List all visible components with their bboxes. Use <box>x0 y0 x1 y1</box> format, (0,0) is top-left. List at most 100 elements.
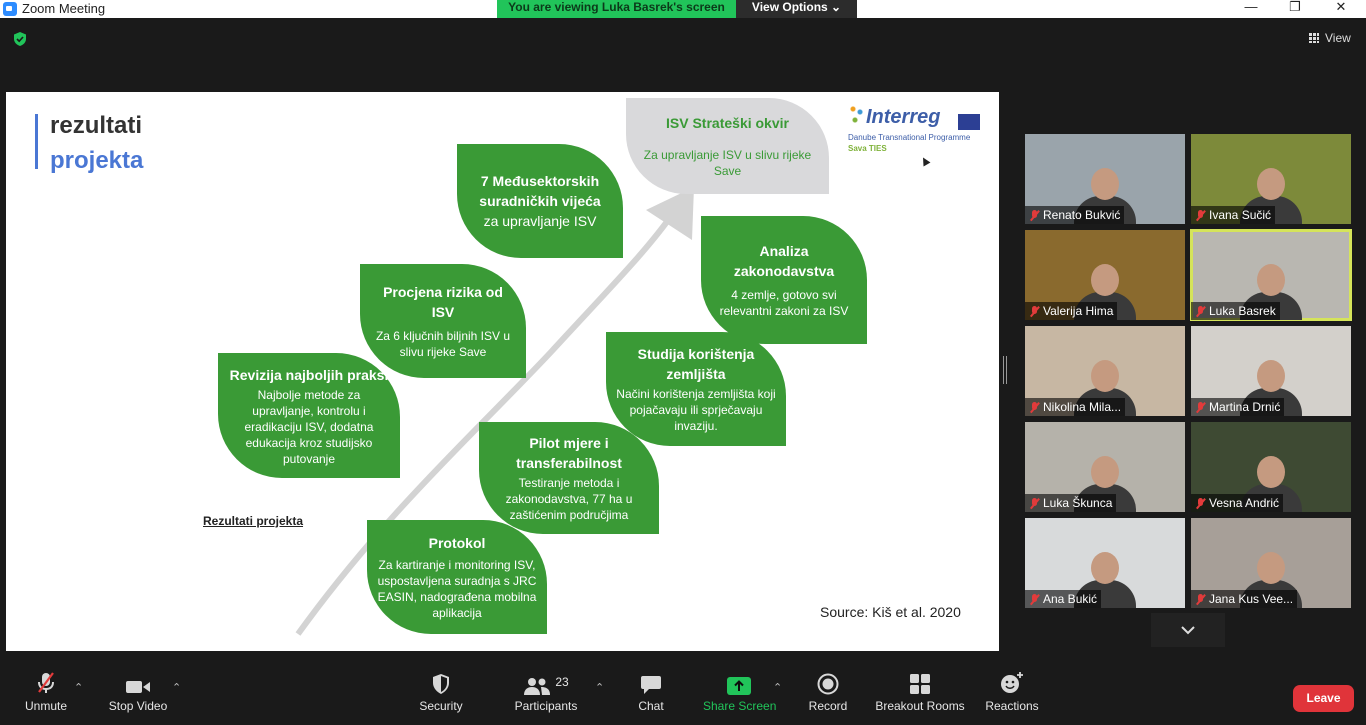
leaf-body: 4 zemlje, gotovo svi relevantni zakoni z… <box>719 288 849 318</box>
stop-video-button[interactable]: Stop Video <box>106 665 170 725</box>
leaf-body: Testiranje metoda i zakonodavstva, 77 ha… <box>505 476 633 522</box>
participant-head <box>1091 168 1119 200</box>
participant-head <box>1091 552 1119 584</box>
participant-tile[interactable]: Luka Škunca <box>1025 422 1185 512</box>
leaf-vijeca: 7 Međusektorskih suradničkih vijeća za u… <box>457 144 623 258</box>
muted-mic-icon <box>1030 593 1039 605</box>
participant-tile[interactable]: Martina Drnić <box>1191 326 1351 416</box>
breakout-rooms-grid-icon <box>910 674 930 694</box>
muted-mic-icon <box>1030 209 1039 221</box>
participant-tile[interactable]: Luka Basrek <box>1190 229 1352 321</box>
security-shield-outline-icon <box>433 674 449 694</box>
participant-namebar: Ivana Sučić <box>1191 206 1276 224</box>
participant-head <box>1257 552 1285 584</box>
leaf-heading: Pilot mjere i transferabilnost <box>516 435 622 471</box>
participant-name: Luka Basrek <box>1209 304 1276 318</box>
leave-button[interactable]: Leave <box>1293 685 1354 712</box>
record-button[interactable]: Record <box>806 665 850 725</box>
participant-namebar: Renato Bukvić <box>1025 206 1125 224</box>
video-camera-icon <box>126 681 150 693</box>
security-button[interactable]: Security <box>414 665 468 725</box>
leaf-heading: Studija korištenja zemljišta <box>637 346 755 382</box>
participant-tile[interactable]: Valerija Hima <box>1025 230 1185 320</box>
participant-name: Jana Kus Vee... <box>1209 592 1294 606</box>
participant-head <box>1091 264 1119 296</box>
leaf-strateski-okvir: ISV Strateški okvir Za upravljanje ISV u… <box>626 98 829 194</box>
participants-count: 23 <box>555 675 569 689</box>
participant-namebar: Valerija Hima <box>1025 302 1118 320</box>
participant-name: Renato Bukvić <box>1043 208 1121 222</box>
leaf-heading: Revizija najboljih praksi <box>229 366 389 383</box>
chevron-down-icon <box>1181 626 1195 635</box>
leaf-body: Najbolje metode za upravljanje, kontrolu… <box>244 387 374 466</box>
muted-mic-icon <box>1196 593 1205 605</box>
share-screen-button[interactable]: Share Screen <box>703 665 777 725</box>
participant-namebar: Luka Škunca <box>1025 494 1117 512</box>
panel-splitter-handle[interactable] <box>1003 356 1007 384</box>
close-button[interactable]: ✕ <box>1318 0 1364 18</box>
participant-tile[interactable]: Vesna Andrić <box>1191 422 1351 512</box>
security-shield-icon[interactable] <box>12 31 28 47</box>
leaf-body: Načini korištenja zemljišta koji pojačav… <box>616 387 776 433</box>
share-screen-label: Share Screen <box>703 699 777 713</box>
participant-head <box>1257 168 1285 200</box>
participant-head <box>1091 456 1119 488</box>
muted-microphone-icon <box>38 672 54 693</box>
chat-label: Chat <box>638 699 664 713</box>
participant-tile[interactable]: Renato Bukvić <box>1025 134 1185 224</box>
chat-button[interactable]: Chat <box>630 665 672 725</box>
leaf-revizija: Revizija najboljih praksi Najbolje metod… <box>218 353 400 478</box>
maximize-button[interactable]: ❐ <box>1272 0 1318 18</box>
slide-source: Source: Kiš et al. 2020 <box>820 604 961 620</box>
participant-tile[interactable]: Jana Kus Vee... <box>1191 518 1351 608</box>
reactions-smiley-icon <box>1001 672 1023 693</box>
participant-namebar: Jana Kus Vee... <box>1191 590 1298 608</box>
participants-button[interactable]: 23 Participants <box>513 665 579 725</box>
minimize-button[interactable]: — <box>1228 0 1274 18</box>
view-layout-button[interactable]: View <box>1309 31 1351 45</box>
leaf-heading: Analiza zakonodavstva <box>733 243 835 279</box>
leaf-studija-zemljista: Studija korištenja zemljišta Načini kori… <box>606 332 786 446</box>
view-options-button[interactable]: View Options ⌄ <box>736 0 857 18</box>
video-options-caret-icon[interactable]: ⌃ <box>172 681 181 694</box>
leaf-heading: Protokol <box>428 535 486 551</box>
record-icon <box>817 673 839 695</box>
participants-options-caret-icon[interactable]: ⌃ <box>595 681 604 694</box>
view-label: View <box>1325 31 1351 45</box>
leaf-protokol: Protokol Za kartiranje i monitoring ISV,… <box>367 520 547 634</box>
participant-name: Valerija Hima <box>1043 304 1114 318</box>
participants-label: Participants <box>514 699 578 713</box>
participant-namebar: Martina Drnić <box>1191 398 1285 416</box>
muted-mic-icon <box>1196 401 1205 413</box>
grid-icon <box>1309 33 1319 43</box>
unmute-label: Unmute <box>24 699 68 713</box>
unmute-button[interactable]: Unmute <box>18 665 74 725</box>
muted-mic-icon <box>1030 497 1039 509</box>
breakout-rooms-button[interactable]: Breakout Rooms <box>874 665 966 725</box>
reactions-label: Reactions <box>985 699 1039 713</box>
leaf-body: Za 6 ključnih biljnih ISV u slivu rijeke… <box>375 329 511 359</box>
participant-tile[interactable]: Ivana Sučić <box>1191 134 1351 224</box>
participant-tile[interactable]: Ana Bukić <box>1025 518 1185 608</box>
participant-name: Vesna Andrić <box>1209 496 1280 510</box>
leaf-heading: Procjena rizika od ISV <box>383 284 503 320</box>
participant-tile[interactable]: Nikolina Mila... <box>1025 326 1185 416</box>
leaf-pilot-mjere: Pilot mjere i transferabilnost Testiranj… <box>479 422 659 534</box>
share-options-caret-icon[interactable]: ⌃ <box>773 681 782 694</box>
gallery-scroll-down-button[interactable] <box>1151 613 1225 647</box>
participant-head <box>1257 360 1285 392</box>
audio-options-caret-icon[interactable]: ⌃ <box>74 681 83 694</box>
zoom-app-icon <box>3 2 17 16</box>
muted-mic-icon <box>1196 305 1205 317</box>
muted-mic-icon <box>1030 401 1039 413</box>
rezultati-projekta-link[interactable]: Rezultati projekta <box>203 514 303 528</box>
participant-head <box>1091 360 1119 392</box>
stop-video-label: Stop Video <box>108 699 168 713</box>
muted-mic-icon <box>1196 497 1205 509</box>
security-label: Security <box>419 699 463 713</box>
leaf-zakonodavstvo: Analiza zakonodavstva 4 zemlje, gotovo s… <box>701 216 867 344</box>
reactions-button[interactable]: Reactions <box>984 665 1040 725</box>
participant-namebar: Ana Bukić <box>1025 590 1102 608</box>
share-screen-arrow-icon <box>727 677 751 695</box>
shared-screen-slide: rezultati projekta Interreg Danube Trans… <box>6 92 999 651</box>
